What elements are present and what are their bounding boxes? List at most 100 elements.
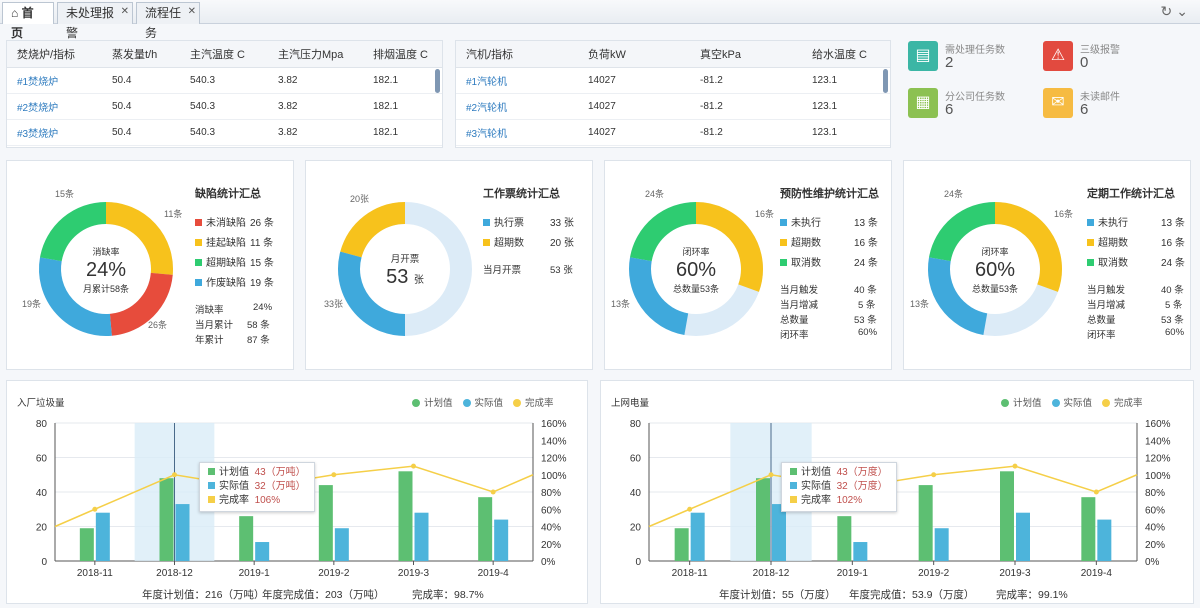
alarm-icon: ⚠ bbox=[1043, 41, 1073, 71]
cell: 540.3 bbox=[180, 119, 268, 146]
x-tick-label: 2018-11 bbox=[77, 568, 113, 579]
table-row: #3焚烧炉 50.4 540.3 3.82 182.1 bbox=[7, 119, 442, 146]
boiler-link[interactable]: #1焚烧炉 bbox=[7, 67, 102, 94]
center-sub: 总数量53条 bbox=[672, 284, 719, 294]
bar-plan bbox=[398, 471, 413, 561]
y2-tick-label: 160% bbox=[541, 419, 567, 430]
legend-item: 超期缺陷 15 条 bbox=[195, 254, 274, 269]
column-header: 真空kPa bbox=[690, 41, 802, 68]
chart-footer: 年度计划值：216（万吨） bbox=[142, 589, 265, 601]
summary-row: 当月触发 40 条 bbox=[1087, 285, 1184, 296]
stat-branch-tasks[interactable]: ▦ 分公司任务数 6 bbox=[908, 88, 1048, 132]
bar-actual bbox=[1016, 512, 1030, 561]
turbine-link[interactable]: #1汽轮机 bbox=[456, 67, 578, 94]
close-icon[interactable]: ✕ bbox=[188, 2, 196, 22]
legend-actual[interactable]: 实际值 bbox=[453, 398, 503, 409]
slice-label: 24条 bbox=[944, 189, 964, 199]
x-tick-label: 2019-3 bbox=[398, 568, 430, 579]
cell: 3.82 bbox=[268, 93, 363, 120]
legend-actual[interactable]: 实际值 bbox=[1042, 398, 1092, 409]
legend-rate[interactable]: 完成率 bbox=[1092, 398, 1143, 409]
x-tick-label: 2018-12 bbox=[753, 568, 790, 579]
legend-plan[interactable]: 计划值 bbox=[402, 398, 453, 409]
bar-plan bbox=[79, 528, 94, 561]
slice-label: 16条 bbox=[1054, 209, 1074, 219]
y-tick-label: 40 bbox=[630, 488, 642, 499]
summary-row: 当月累计 58 条 bbox=[195, 320, 270, 331]
y-tick-label: 80 bbox=[36, 419, 48, 430]
cell: 14027 bbox=[578, 67, 690, 94]
bar-plan bbox=[756, 478, 770, 561]
rate-point bbox=[687, 506, 693, 512]
turbine-link[interactable]: #3汽轮机 bbox=[456, 119, 578, 146]
legend-plan[interactable]: 计划值 bbox=[991, 398, 1042, 409]
chart-footer: 年度计划值：55（万度） bbox=[719, 589, 836, 601]
summary-row: 消缺率 24% bbox=[195, 302, 273, 316]
summary-row: 当月增减 5 条 bbox=[780, 300, 876, 311]
bar-actual bbox=[690, 512, 705, 561]
cell: 123.1 bbox=[802, 93, 890, 120]
chart-footer: 年度完成值：53.9（万度） bbox=[849, 589, 975, 601]
bar-actual bbox=[414, 512, 429, 561]
x-tick-label: 2019-1 bbox=[239, 568, 271, 579]
legend-item: 取消数 24 条 bbox=[780, 254, 878, 269]
y2-tick-label: 20% bbox=[541, 540, 561, 551]
stat-level3-alarm[interactable]: ⚠ 三级报警 0 bbox=[1043, 41, 1183, 85]
legend-rate[interactable]: 完成率 bbox=[503, 398, 554, 409]
stat-value: 2 bbox=[945, 54, 954, 71]
slice-label: 11条 bbox=[164, 209, 183, 219]
bar-plan bbox=[478, 497, 493, 561]
stat-pending-tasks[interactable]: ▤ 需处理任务数 2 bbox=[908, 41, 1048, 85]
column-header: 主汽压力Mpa bbox=[268, 41, 363, 68]
periodic-summary-card: 24条 16条 13条 闭环率 60% 总数量53条 定期工作统计汇总 未执行 1… bbox=[903, 160, 1191, 370]
turbine-table: 汽机/指标 负荷kW 真空kPa 给水温度 C #1汽轮机 14027 -81.2 1… bbox=[456, 41, 890, 146]
legend-item: 执行票 33 张 bbox=[483, 214, 574, 229]
close-icon[interactable]: ✕ bbox=[121, 2, 129, 22]
legend-item: 超期数 16 条 bbox=[780, 234, 878, 249]
boiler-link[interactable]: #2焚烧炉 bbox=[7, 93, 102, 120]
y-tick-label: 40 bbox=[36, 488, 48, 499]
rate-point bbox=[411, 463, 416, 469]
y2-tick-label: 40% bbox=[1145, 523, 1165, 534]
turbine-link[interactable]: #2汽轮机 bbox=[456, 93, 578, 120]
y-tick-label: 0 bbox=[41, 557, 47, 568]
cell: 50.4 bbox=[102, 93, 180, 120]
column-header: 蒸发量t/h bbox=[102, 41, 180, 68]
chart-title: 入厂垃圾量 bbox=[17, 398, 65, 409]
table-row: #1焚烧炉 50.4 540.3 3.82 182.1 bbox=[7, 67, 442, 94]
center-unit: 张 bbox=[413, 275, 424, 286]
x-tick-label: 2019-1 bbox=[837, 568, 869, 579]
summary-row: 当月触发 40 条 bbox=[780, 285, 877, 296]
grid-power-chart: 0 20 40 60 80 0% 20% 40% 60% 80% 100% 120% 140% 160% 2… bbox=[630, 419, 1171, 579]
scrollbar[interactable] bbox=[435, 69, 440, 93]
grid-power-chart-panel: 0 20 40 60 80 0% 20% 40% 60% 80% 100% 120% 140% 160% 2… bbox=[600, 380, 1194, 604]
stat-value: 6 bbox=[945, 101, 954, 118]
legend-item: 超期数 16 条 bbox=[1087, 234, 1185, 249]
chart-legend: 计划值 实际值 完成率 bbox=[991, 395, 1143, 409]
refresh-icon[interactable]: ↻ bbox=[1161, 3, 1177, 19]
tab-tools: ↻⌄ bbox=[1161, 3, 1192, 20]
y2-tick-label: 80% bbox=[541, 488, 561, 499]
tab-home[interactable]: ⌂ 首页 bbox=[2, 2, 54, 40]
column-header: 主汽温度 C bbox=[180, 41, 268, 68]
rate-point bbox=[331, 472, 337, 478]
table-row: #2汽轮机 14027 -81.2 123.1 bbox=[456, 93, 890, 120]
table-header: 焚烧炉/指标 蒸发量t/h 主汽温度 C 主汽压力Mpa 排烟温度 C bbox=[7, 41, 442, 68]
boiler-link[interactable]: #3焚烧炉 bbox=[7, 119, 102, 146]
cell: 540.3 bbox=[180, 93, 268, 120]
y2-tick-label: 100% bbox=[1145, 471, 1171, 482]
tab-process-tasks[interactable]: 流程任务 ✕ bbox=[136, 2, 200, 40]
stat-label: 分公司任务数 bbox=[945, 92, 1005, 103]
column-header: 排烟温度 C bbox=[363, 41, 442, 68]
ticket-summary-card: 20张 33张 月开票 53 张 工作票统计汇总 执行票 33 张 超期数 20 张… bbox=[305, 160, 593, 370]
chevron-down-icon[interactable]: ⌄ bbox=[1176, 3, 1192, 19]
tab-unhandled-alarms[interactable]: 未处理报警 ✕ bbox=[57, 2, 133, 40]
stat-unread-mail[interactable]: ✉ 未读邮件 6 bbox=[1043, 88, 1183, 132]
summary-row: 年累计 87 条 bbox=[195, 335, 270, 346]
scrollbar[interactable] bbox=[883, 69, 888, 93]
x-tick-label: 2019-3 bbox=[999, 568, 1031, 579]
y-tick-label: 0 bbox=[635, 557, 641, 568]
cell: 50.4 bbox=[102, 119, 180, 146]
bar-plan bbox=[159, 478, 174, 561]
y2-tick-label: 120% bbox=[541, 454, 567, 465]
